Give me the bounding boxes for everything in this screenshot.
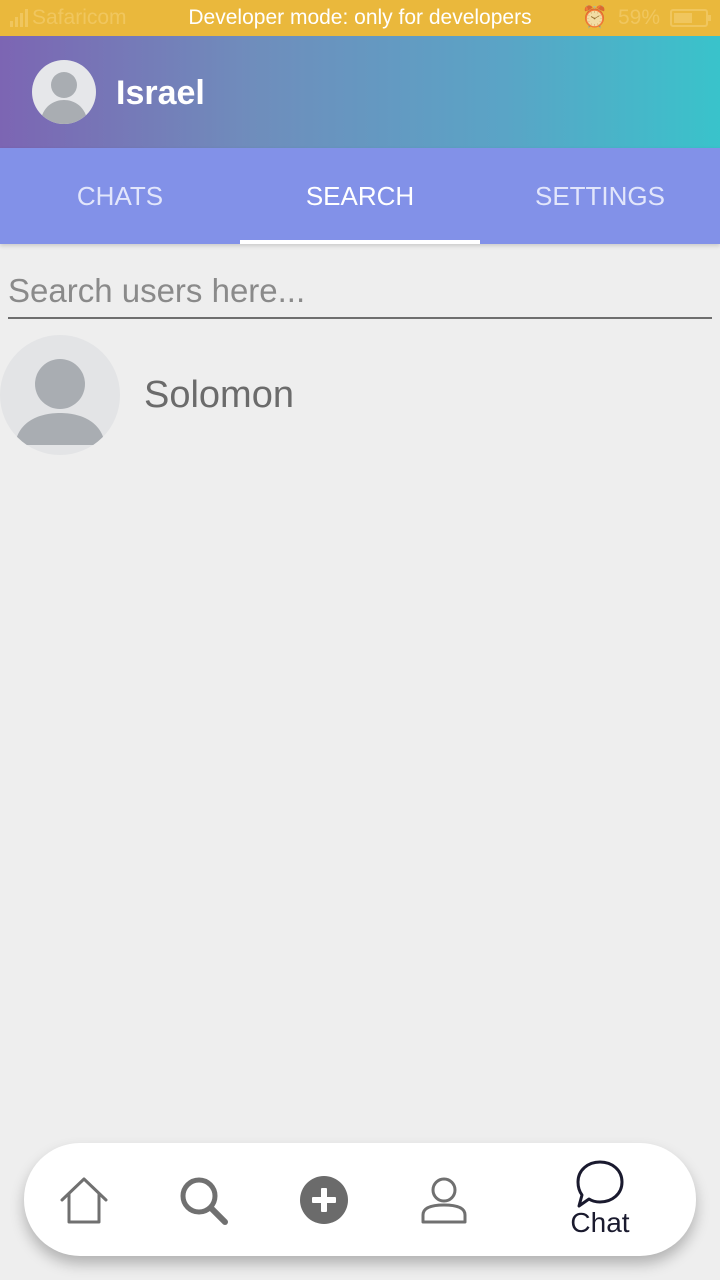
battery-fill bbox=[674, 13, 692, 23]
list-item[interactable]: Solomon bbox=[0, 334, 720, 456]
add-icon[interactable] bbox=[299, 1175, 349, 1230]
tab-chats[interactable]: CHATS bbox=[0, 148, 240, 244]
tab-settings[interactable]: SETTINGS bbox=[480, 148, 720, 244]
search-icon[interactable] bbox=[178, 1175, 230, 1232]
battery-percent: 59% bbox=[617, 6, 660, 29]
default-avatar-icon bbox=[40, 72, 88, 124]
chat-nav-label[interactable]: Chat bbox=[570, 1207, 630, 1239]
app-header: Israel bbox=[0, 36, 720, 148]
tab-search[interactable]: SEARCH bbox=[240, 148, 480, 244]
battery-icon bbox=[670, 9, 711, 27]
profile-icon[interactable] bbox=[420, 1175, 468, 1230]
avatar[interactable] bbox=[32, 60, 96, 124]
status-bar: Safaricom Developer mode: only for devel… bbox=[0, 0, 720, 36]
alarm-icon: ⏰ bbox=[581, 6, 608, 29]
search-field-container bbox=[8, 264, 712, 319]
bottom-navigation: Chat bbox=[24, 1143, 696, 1256]
search-input[interactable] bbox=[8, 264, 712, 317]
status-right: ⏰ 59% bbox=[581, 6, 711, 30]
default-avatar-icon bbox=[15, 359, 105, 445]
avatar bbox=[0, 335, 120, 455]
tab-bar: CHATS SEARCH SETTINGS bbox=[0, 148, 720, 244]
user-name: Solomon bbox=[144, 373, 294, 416]
home-icon[interactable] bbox=[58, 1175, 110, 1230]
current-username: Israel bbox=[116, 74, 205, 112]
